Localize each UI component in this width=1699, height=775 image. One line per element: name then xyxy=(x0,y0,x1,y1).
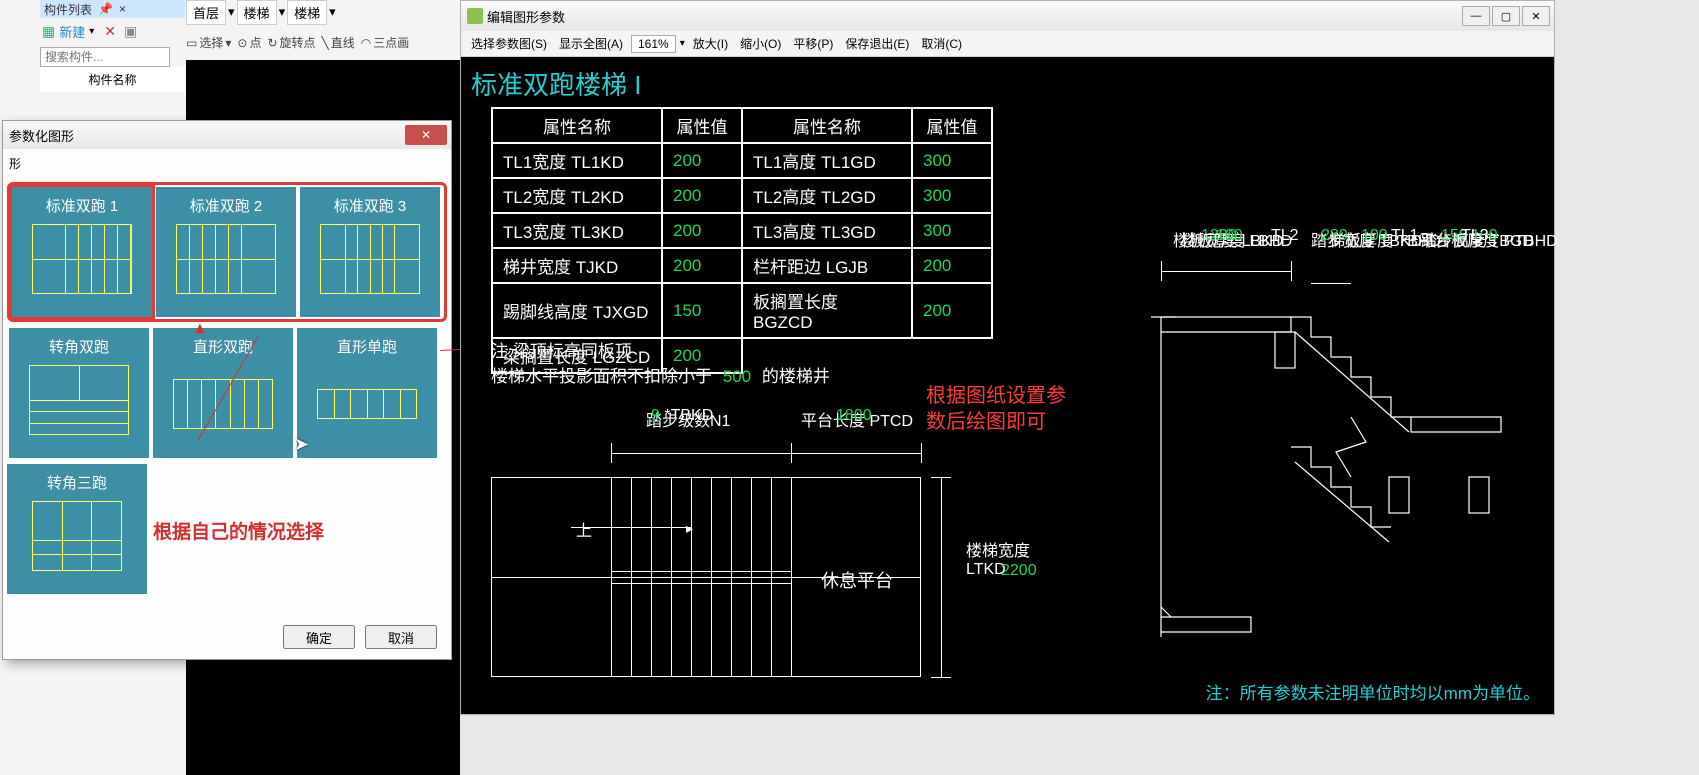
stair-thumbnail-icon xyxy=(320,224,420,294)
pin-icon[interactable]: 📌 xyxy=(98,2,113,16)
stair-thumbnail-icon xyxy=(29,365,129,435)
stair-tile-corner-double[interactable]: 转角双跑 xyxy=(9,328,149,458)
three-point-tool[interactable]: ◠ 三点画 xyxy=(361,34,410,51)
tool-strip: ▭ 选择 ▾ ⊙ 点 ↻ 旋转点 ╲ 直线 ◠ 三点画 xyxy=(186,34,409,51)
breadcrumb-item[interactable]: 首层 xyxy=(186,0,226,25)
cancel-button[interactable]: 取消 xyxy=(365,625,437,649)
search-input[interactable] xyxy=(40,47,170,67)
drawing-title: 标准双跑楼梯 I xyxy=(471,65,641,102)
editor-canvas[interactable]: 标准双跑楼梯 I 属性名称 属性值 属性名称 属性值 TL1宽度 TL1KD20… xyxy=(461,57,1554,714)
table-header: 属性名称 xyxy=(492,108,662,143)
footer-note: 注：所有参数未注明单位时均以mm为单位。 xyxy=(1206,679,1540,704)
ok-button[interactable]: 确定 xyxy=(283,625,355,649)
app-icon xyxy=(467,8,483,24)
stair-thumbnail-icon xyxy=(173,379,273,429)
close-button[interactable]: ✕ xyxy=(1522,6,1550,26)
stair-tile-std-double-3[interactable]: 标准双跑 3 xyxy=(300,187,440,317)
rotate-tool[interactable]: ↻ 旋转点 xyxy=(267,34,315,51)
minimize-button[interactable]: — xyxy=(1462,6,1490,26)
panel-close-icon[interactable]: × xyxy=(119,2,126,16)
editor-menu: 选择参数图(S) 显示全图(A) 161%▾ 放大(I) 缩小(O) 平移(P)… xyxy=(461,31,1554,57)
new-icon[interactable]: ▦ xyxy=(42,23,55,40)
copy-icon[interactable]: ▣ xyxy=(124,23,137,40)
menu-select-param[interactable]: 选择参数图(S) xyxy=(467,33,551,54)
section-drawing: 楼板宽度 LBKD 1200 踏步宽度 TBKD 280 踏步高度 TBGD 1… xyxy=(1161,227,1541,687)
parameter-editor-window: 编辑图形参数 — ▢ ✕ 选择参数图(S) 显示全图(A) 161%▾ 放大(I… xyxy=(460,0,1555,715)
close-icon[interactable]: ✕ xyxy=(104,23,116,40)
menu-cancel[interactable]: 取消(C) xyxy=(917,33,966,54)
component-list-titlebar: 构件列表 📌 × xyxy=(40,0,185,18)
section-svg xyxy=(1151,277,1531,647)
table-header: 属性值 xyxy=(912,108,992,143)
menu-zoom-in[interactable]: 放大(I) xyxy=(689,33,732,54)
line-tool[interactable]: ╲ 直线 xyxy=(322,34,355,51)
menu-pan[interactable]: 平移(P) xyxy=(789,33,837,54)
panel-title: 构件列表 xyxy=(44,1,92,18)
stair-thumbnail-icon xyxy=(176,224,276,294)
stair-thumbnail-icon xyxy=(32,501,122,571)
select-tool[interactable]: ▭ 选择 ▾ xyxy=(186,34,231,51)
menu-show-all[interactable]: 显示全图(A) xyxy=(555,33,627,54)
column-header: 构件名称 xyxy=(40,67,185,92)
table-header: 属性值 xyxy=(662,108,742,143)
table-header: 属性名称 xyxy=(742,108,912,143)
breadcrumb: 首层▾ 楼梯▾ 楼梯▾ xyxy=(186,0,336,24)
selection-hint: 根据自己的情况选择 xyxy=(153,517,324,544)
point-tool[interactable]: ⊙ 点 xyxy=(237,34,261,51)
property-table: 属性名称 属性值 属性名称 属性值 TL1宽度 TL1KD200TL1高度 TL… xyxy=(491,107,993,374)
breadcrumb-item[interactable]: 楼梯 xyxy=(237,0,277,25)
breadcrumb-item[interactable]: 楼梯 xyxy=(287,0,327,25)
maximize-button[interactable]: ▢ xyxy=(1492,6,1520,26)
menu-zoom-out[interactable]: 缩小(O) xyxy=(736,33,785,54)
stair-thumbnail-icon xyxy=(32,224,132,294)
stair-thumbnail-icon xyxy=(317,389,417,419)
stair-tile-corner-triple[interactable]: 转角三跑 xyxy=(7,464,147,594)
dialog-subtitle: 形 xyxy=(3,149,451,178)
stair-tile-std-double-2[interactable]: 标准双跑 2 xyxy=(156,187,296,317)
stair-tile-straight-single[interactable]: 直形单跑 xyxy=(297,328,437,458)
notes-block: 注:梁顶标高同板顶 楼梯水平投影面积不扣除小于 500 的楼梯井 xyxy=(491,337,830,387)
dialog-title: 参数化图形 xyxy=(9,126,74,145)
window-title: 编辑图形参数 xyxy=(487,7,565,26)
stair-tile-std-double-1[interactable]: 标准双跑 1 xyxy=(12,187,152,317)
menu-save-exit[interactable]: 保存退出(E) xyxy=(841,33,913,54)
plan-drawing: 踏步级数N1 9 *TBKD 平台长度 PTCD 1800 xyxy=(481,407,1031,707)
zoom-input[interactable]: 161% xyxy=(631,35,676,53)
dialog-close-button[interactable]: ✕ xyxy=(405,125,447,145)
stair-tile-straight-double[interactable]: 直形双跑 xyxy=(153,328,293,458)
new-button[interactable]: 新建 xyxy=(59,22,85,41)
